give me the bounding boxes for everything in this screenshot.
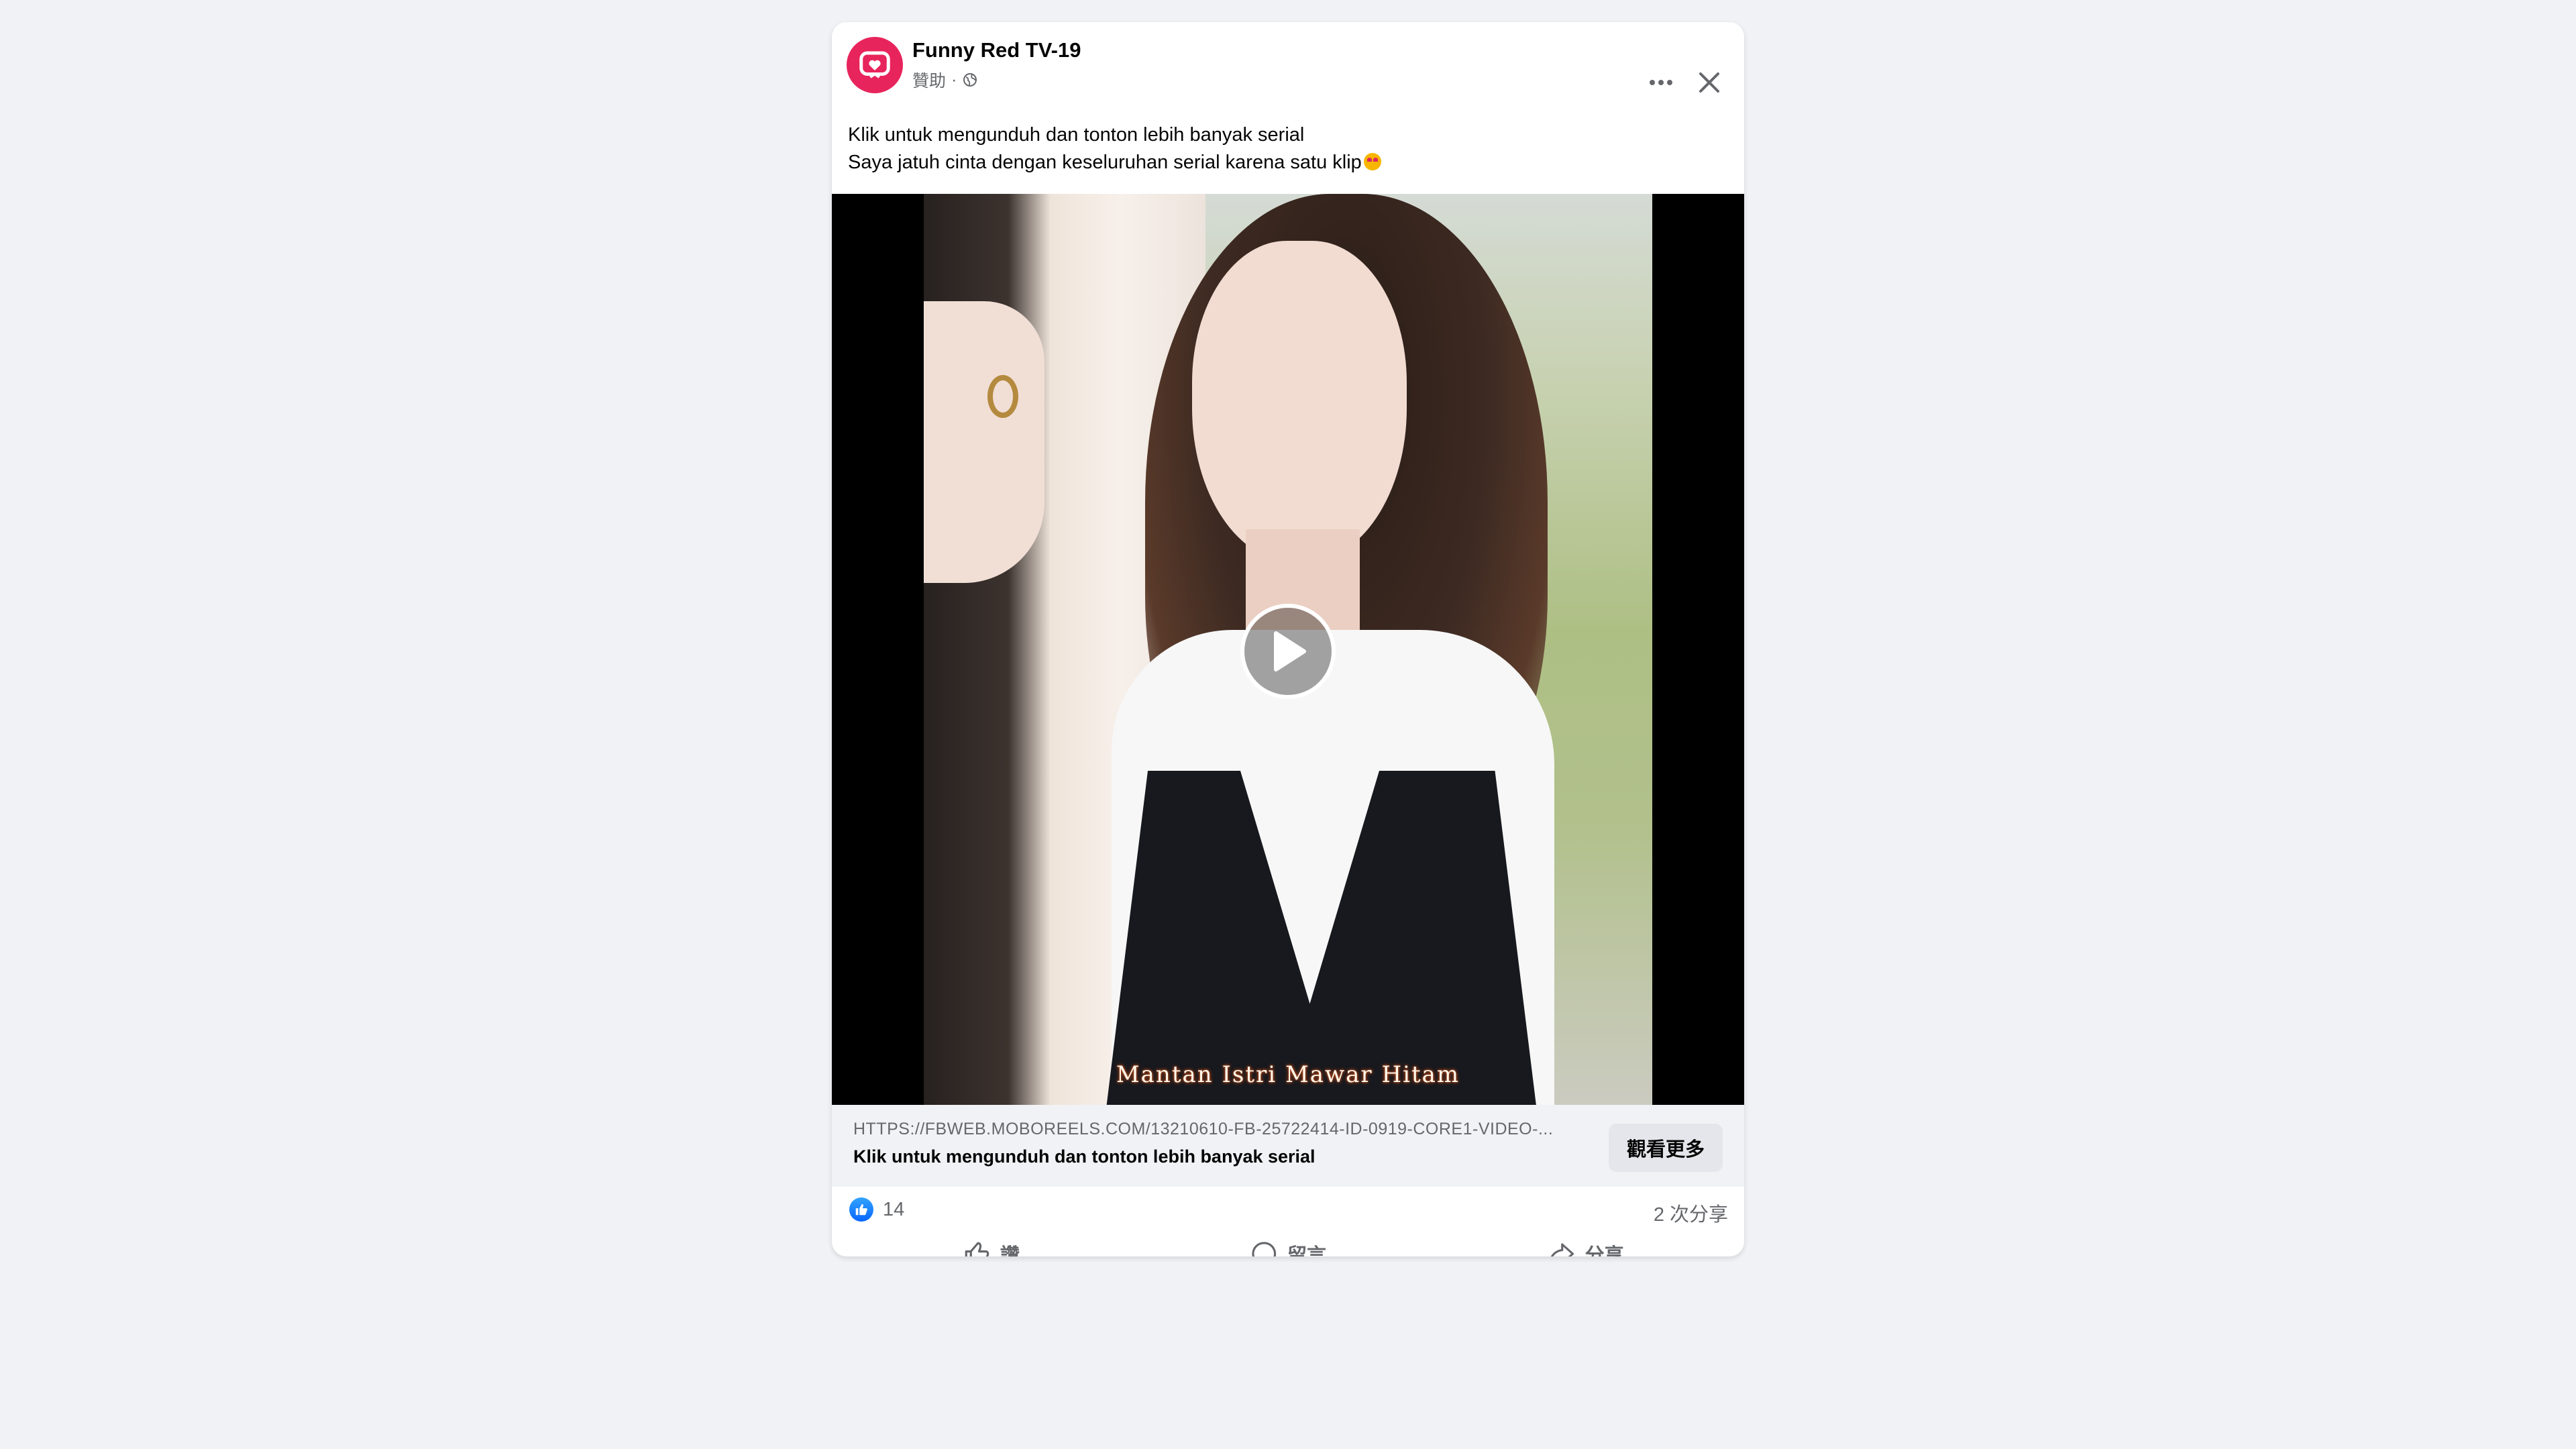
meta-separator: ·	[951, 70, 957, 89]
close-button[interactable]	[1685, 62, 1733, 103]
heart-eyes-emoji-icon	[1363, 153, 1381, 170]
video-face-left	[924, 301, 1044, 583]
share-arrow-icon	[1546, 1240, 1576, 1256]
comment-button-label: 留言	[1287, 1245, 1327, 1256]
page-name[interactable]: Funny Red TV-19	[912, 38, 1081, 62]
thumbs-up-icon	[963, 1240, 991, 1256]
video-face-main	[1192, 241, 1407, 563]
like-reaction-badge[interactable]	[849, 1197, 873, 1222]
heart-tv-logo-icon	[859, 51, 890, 78]
share-button[interactable]: 分享	[1436, 1227, 1733, 1256]
post-caption: Klik untuk mengunduh dan tonton lebih ba…	[848, 121, 1381, 176]
thumbs-up-icon	[855, 1203, 867, 1216]
video-earring	[987, 375, 1018, 418]
play-icon	[1274, 631, 1306, 672]
play-button[interactable]	[1240, 604, 1336, 699]
share-count[interactable]: 2 次分享	[1654, 1199, 1728, 1227]
action-bar: 讚 留言 分享	[832, 1227, 1744, 1256]
link-preview[interactable]: HTTPS://FBWEB.MOBOREELS.COM/13210610-FB-…	[832, 1105, 1744, 1187]
comment-icon	[1250, 1240, 1278, 1256]
page-avatar[interactable]	[847, 37, 903, 93]
post-header: Funny Red TV-19 贊助 ·	[832, 22, 1744, 103]
like-count[interactable]: 14	[883, 1199, 904, 1221]
more-options-button[interactable]	[1637, 62, 1685, 103]
like-button-label: 讚	[1000, 1245, 1020, 1256]
caption-line-2: Saya jatuh cinta dengan keseluruhan seri…	[848, 149, 1381, 176]
caption-line-2-text: Saya jatuh cinta dengan keseluruhan seri…	[848, 152, 1362, 173]
caption-line-1: Klik untuk mengunduh dan tonton lebih ba…	[848, 124, 1305, 146]
close-icon	[1699, 72, 1719, 93]
sponsored-post-card: Funny Red TV-19 贊助 · Klik untuk mengundu…	[832, 22, 1744, 1256]
link-url: HTTPS://FBWEB.MOBOREELS.COM/13210610-FB-…	[853, 1120, 1554, 1138]
sponsored-label[interactable]: 贊助	[912, 68, 946, 92]
video-subtitle: Mantan Istri Mawar Hitam	[1116, 1061, 1460, 1088]
more-horizontal-icon	[1650, 80, 1672, 85]
like-button[interactable]: 讚	[843, 1227, 1140, 1256]
see-more-button[interactable]: 觀看更多	[1609, 1124, 1723, 1172]
video-player[interactable]: Mantan Istri Mawar Hitam	[832, 194, 1744, 1105]
globe-icon	[963, 73, 977, 87]
comment-button[interactable]: 留言	[1140, 1227, 1437, 1256]
engagement-stats: 14 2 次分享	[832, 1187, 1744, 1227]
link-title: Klik untuk mengunduh dan tonton lebih ba…	[853, 1146, 1316, 1167]
post-meta: 贊助 ·	[912, 68, 978, 92]
share-button-label: 分享	[1585, 1245, 1624, 1256]
